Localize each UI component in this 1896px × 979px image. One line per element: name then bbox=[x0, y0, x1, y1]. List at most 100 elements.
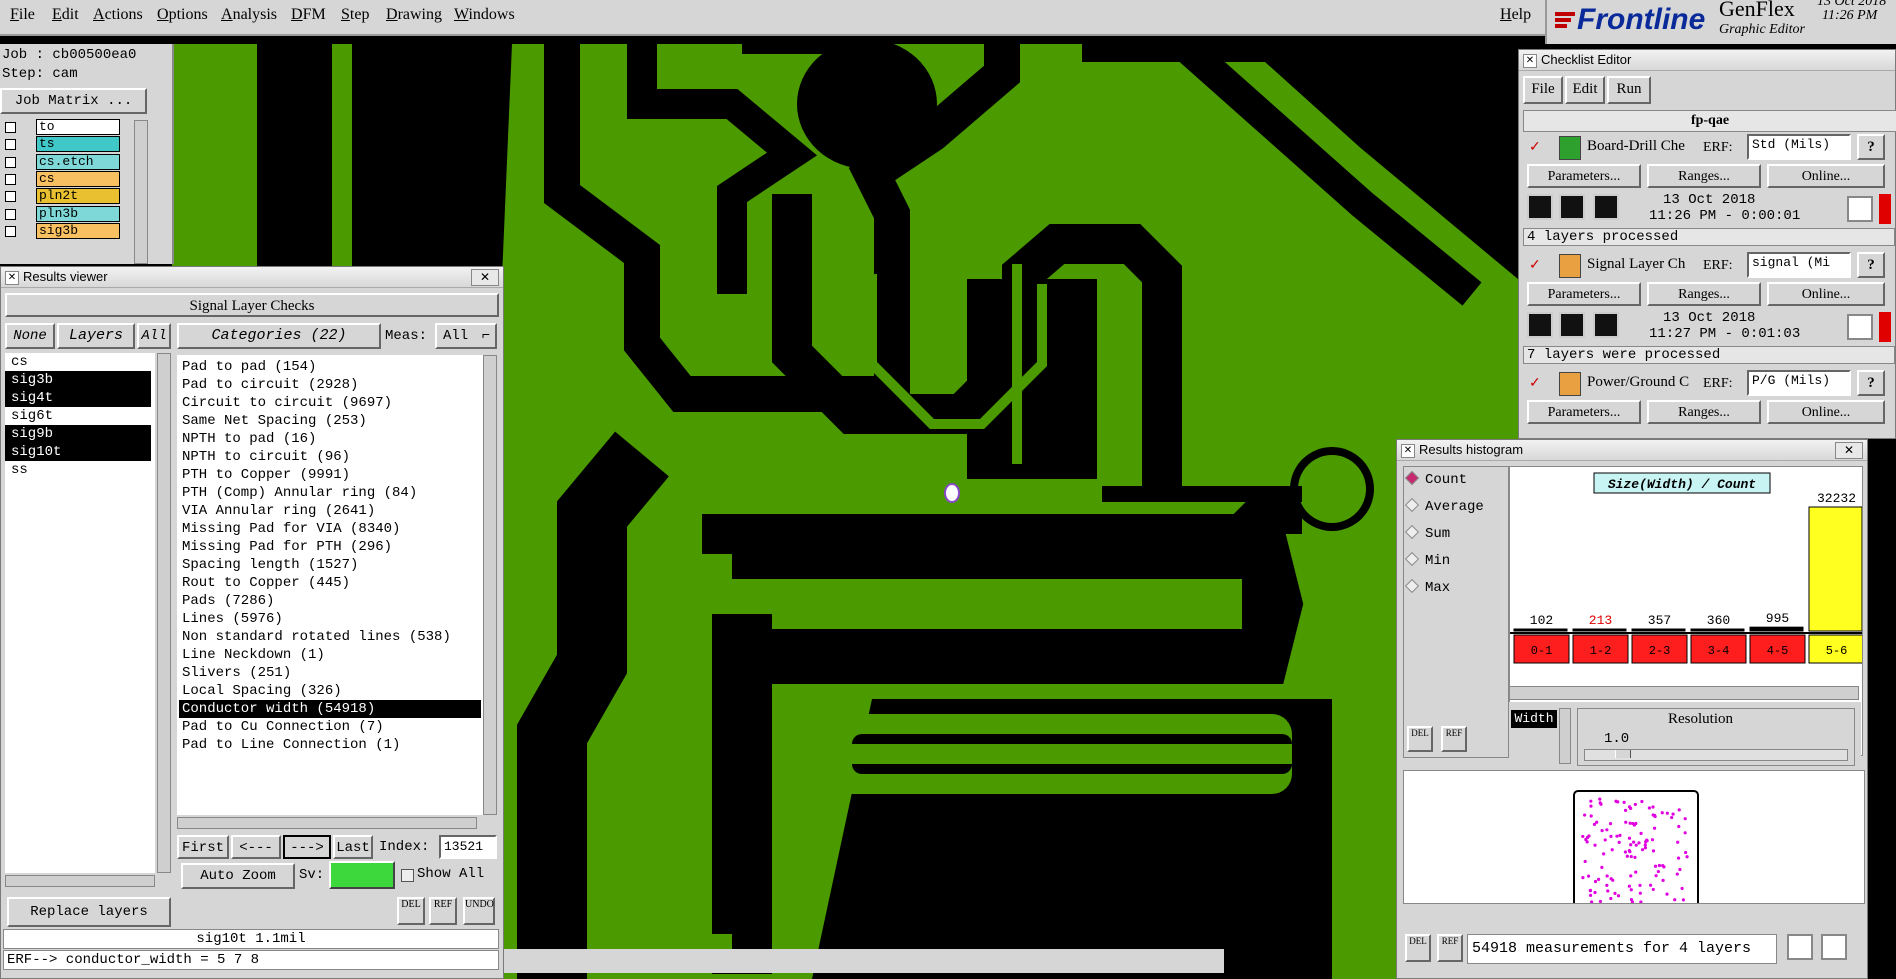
layers-button[interactable]: Layers bbox=[57, 323, 135, 349]
job-layer-row[interactable]: cs bbox=[2, 170, 120, 188]
show-all-checkbox[interactable] bbox=[401, 869, 414, 882]
ref-button[interactable]: REF bbox=[429, 897, 457, 925]
parameters-button[interactable]: Parameters... bbox=[1527, 282, 1641, 306]
checklist-menu-file[interactable]: File bbox=[1523, 76, 1563, 104]
online-button[interactable]: Online... bbox=[1767, 282, 1885, 306]
result-layer-item[interactable]: sig10t bbox=[5, 443, 151, 461]
result-category-item[interactable]: Local Spacing (326) bbox=[179, 682, 481, 700]
zoom-results-icon[interactable] bbox=[1847, 314, 1873, 340]
job-layer-row[interactable]: ts bbox=[2, 136, 120, 153]
checklist-editor-titlebar[interactable]: ✕ Checklist Editor bbox=[1519, 50, 1895, 71]
result-layer-item[interactable]: ss bbox=[5, 461, 151, 479]
action-checkbox[interactable]: ✓ bbox=[1529, 256, 1541, 273]
result-category-item[interactable]: Pad to pad (154) bbox=[179, 358, 481, 376]
layer-list-hscrollbar[interactable] bbox=[5, 875, 155, 887]
resolution-slider-thumb[interactable] bbox=[1615, 750, 1631, 758]
run-action-icon[interactable] bbox=[1527, 312, 1553, 338]
parameters-button[interactable]: Parameters... bbox=[1527, 164, 1641, 188]
resolution-slider[interactable] bbox=[1584, 749, 1848, 761]
result-category-item[interactable]: PTH (Comp) Annular ring (84) bbox=[179, 484, 481, 502]
layer-checkbox[interactable] bbox=[5, 122, 16, 133]
chart-export-icon[interactable] bbox=[1821, 934, 1847, 960]
menu-actions[interactable]: Actions bbox=[93, 6, 143, 24]
close-icon[interactable]: ✕ bbox=[471, 269, 499, 286]
axis-selector[interactable]: Width bbox=[1511, 710, 1557, 728]
histogram-bar[interactable] bbox=[1749, 626, 1804, 632]
result-category-item[interactable]: Pads (7286) bbox=[179, 592, 481, 610]
job-layer-row[interactable]: pln3b bbox=[2, 205, 120, 223]
result-category-item[interactable]: Pad to circuit (2928) bbox=[179, 376, 481, 394]
overview-del-button[interactable]: DEL bbox=[1405, 934, 1431, 962]
none-button[interactable]: None bbox=[5, 323, 55, 349]
histogram-mode-option[interactable]: Min bbox=[1404, 551, 1450, 569]
auto-zoom-dropdown[interactable]: Auto Zoom bbox=[181, 863, 295, 889]
menu-drawing[interactable]: Drawing bbox=[386, 6, 442, 24]
layer-checkbox[interactable] bbox=[5, 208, 16, 220]
categories-button[interactable]: Categories (22) bbox=[177, 323, 381, 349]
result-category-item[interactable]: Line Neckdown (1) bbox=[179, 646, 481, 664]
job-layer-scrollbar[interactable] bbox=[134, 120, 148, 264]
layer-checkbox[interactable] bbox=[5, 139, 16, 151]
del-button[interactable]: DEL bbox=[397, 897, 425, 925]
help-button[interactable]: ? bbox=[1857, 370, 1885, 396]
result-category-item[interactable]: Spacing length (1527) bbox=[179, 556, 481, 574]
histogram-mode-option[interactable]: Max bbox=[1404, 578, 1450, 596]
histogram-bar[interactable] bbox=[1808, 506, 1863, 632]
result-layer-item[interactable]: sig3b bbox=[5, 371, 151, 389]
online-button[interactable]: Online... bbox=[1767, 400, 1885, 424]
previous-button[interactable]: <--- bbox=[231, 835, 281, 859]
parameters-button[interactable]: Parameters... bbox=[1527, 400, 1641, 424]
category-list-scrollbar[interactable] bbox=[483, 355, 497, 815]
result-category-item[interactable]: NPTH to circuit (96) bbox=[179, 448, 481, 466]
run-all-icon[interactable] bbox=[1593, 194, 1619, 220]
run-all-icon[interactable] bbox=[1593, 312, 1619, 338]
result-category-item[interactable]: NPTH to pad (16) bbox=[179, 430, 481, 448]
layer-checkbox[interactable] bbox=[5, 225, 16, 237]
result-layer-item[interactable]: cs bbox=[5, 353, 151, 371]
ranges-button[interactable]: Ranges... bbox=[1647, 164, 1761, 188]
run-step-icon[interactable] bbox=[1559, 312, 1585, 338]
result-category-item[interactable]: Same Net Spacing (253) bbox=[179, 412, 481, 430]
erf-input[interactable]: signal (Mi bbox=[1747, 252, 1851, 278]
histogram-bar[interactable] bbox=[1631, 628, 1686, 632]
menu-options[interactable]: Options bbox=[157, 6, 208, 24]
histogram-ref-button[interactable]: REF bbox=[1441, 726, 1467, 752]
next-button[interactable]: ---> bbox=[283, 835, 331, 859]
job-layer-name[interactable]: pln3b bbox=[36, 205, 120, 222]
replace-layers-dropdown[interactable]: Replace layers bbox=[7, 897, 171, 927]
checklist-menu-run[interactable]: Run bbox=[1607, 76, 1651, 104]
menu-analysis[interactable]: Analysis bbox=[221, 6, 277, 24]
result-category-item[interactable]: Missing Pad for VIA (8340) bbox=[179, 520, 481, 538]
result-category-item[interactable]: Missing Pad for PTH (296) bbox=[179, 538, 481, 556]
job-layer-name[interactable]: to bbox=[36, 119, 120, 135]
run-action-icon[interactable] bbox=[1527, 194, 1553, 220]
results-viewer-titlebar[interactable]: ✕ Results viewer ✕ bbox=[1, 267, 503, 288]
histogram-mode-option[interactable]: Count bbox=[1404, 470, 1467, 488]
histogram-bar[interactable] bbox=[1690, 628, 1745, 632]
histogram-del-button[interactable]: DEL bbox=[1407, 726, 1433, 752]
help-button[interactable]: ? bbox=[1857, 252, 1885, 278]
result-layer-item[interactable]: sig6t bbox=[5, 407, 151, 425]
result-layer-item[interactable]: sig4t bbox=[5, 389, 151, 407]
job-layer-name[interactable]: ts bbox=[36, 136, 120, 153]
help-button[interactable]: ? bbox=[1857, 134, 1885, 160]
result-category-item[interactable]: Conductor width (54918) bbox=[179, 700, 481, 718]
menu-step[interactable]: Step bbox=[341, 6, 369, 24]
job-layer-row[interactable]: to bbox=[2, 119, 120, 136]
meas-dropdown[interactable]: All ⌐ bbox=[435, 323, 497, 349]
chart-toggle-icon[interactable] bbox=[1787, 934, 1813, 960]
menu-edit[interactable]: Edit bbox=[52, 6, 79, 24]
checklist-menu-edit[interactable]: Edit bbox=[1565, 76, 1605, 104]
histogram-bar[interactable] bbox=[1572, 628, 1627, 632]
first-button[interactable]: First bbox=[177, 835, 229, 859]
job-layer-name[interactable]: sig3b bbox=[36, 222, 120, 239]
job-layer-name[interactable]: pln2t bbox=[36, 188, 120, 205]
all-button[interactable]: All bbox=[137, 323, 171, 349]
index-input[interactable]: 13521 bbox=[439, 835, 497, 859]
result-category-item[interactable]: Circuit to circuit (9697) bbox=[179, 394, 481, 412]
overview-ref-button[interactable]: REF bbox=[1437, 934, 1463, 962]
result-category-item[interactable]: Rout to Copper (445) bbox=[179, 574, 481, 592]
result-category-item[interactable]: Slivers (251) bbox=[179, 664, 481, 682]
severity-color-dropdown[interactable] bbox=[329, 861, 395, 889]
erf-input[interactable]: P/G (Mils) bbox=[1747, 370, 1851, 396]
